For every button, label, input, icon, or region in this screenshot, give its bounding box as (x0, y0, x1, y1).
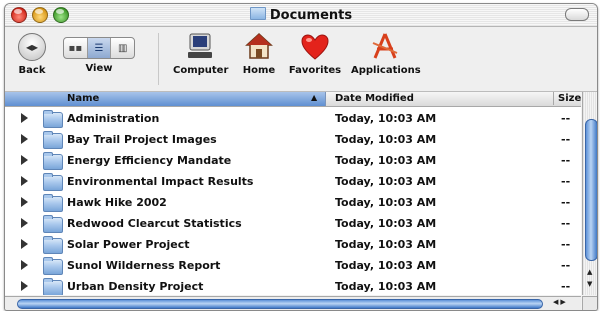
heart-icon (298, 31, 332, 61)
item-date: Today, 10:03 AM (335, 133, 437, 146)
item-size: -- (561, 196, 571, 209)
toolbar: ◂▸ Back ▪▪ ☰ ▥ View Computer Home Favori… (5, 27, 597, 92)
disclosure-triangle-icon[interactable] (21, 176, 28, 186)
item-name: Administration (67, 112, 160, 125)
computer-label: Computer (173, 65, 229, 76)
folder-icon (43, 215, 63, 233)
window-title: Documents (269, 8, 353, 23)
disclosure-triangle-icon[interactable] (21, 260, 28, 270)
item-name: Sunol Wilderness Report (67, 259, 221, 272)
list-item[interactable]: Sunol Wilderness Report Today, 10:03 AM … (5, 256, 581, 276)
item-name: Environmental Impact Results (67, 175, 254, 188)
toolbar-divider (158, 33, 159, 85)
item-date: Today, 10:03 AM (335, 280, 437, 293)
folder-icon (43, 194, 63, 212)
list-item[interactable]: Environmental Impact Results Today, 10:0… (5, 172, 581, 192)
folder-icon (43, 152, 63, 170)
icon-view-button[interactable]: ▪▪ (64, 38, 88, 58)
item-date: Today, 10:03 AM (335, 154, 437, 167)
list-item[interactable]: Administration Today, 10:03 AM -- (5, 109, 581, 129)
date-column-header[interactable]: Date Modified (335, 93, 414, 104)
back-button[interactable]: ◂▸ Back (17, 31, 47, 76)
item-name: Hawk Hike 2002 (67, 196, 167, 209)
name-column-label: Name (67, 93, 100, 104)
view-label: View (85, 63, 113, 74)
back-label: Back (18, 65, 46, 76)
disclosure-triangle-icon[interactable] (21, 239, 28, 249)
home-button[interactable]: Home (239, 31, 279, 76)
list-item[interactable]: Energy Efficiency Mandate Today, 10:03 A… (5, 151, 581, 171)
list-item[interactable]: Bay Trail Project Images Today, 10:03 AM… (5, 130, 581, 150)
item-size: -- (561, 112, 571, 125)
item-size: -- (561, 238, 571, 251)
item-size: -- (561, 280, 571, 293)
folder-icon (43, 236, 63, 254)
item-size: -- (561, 133, 571, 146)
scroll-up-arrow-icon[interactable]: ▲ (587, 268, 592, 276)
folder-icon (43, 278, 63, 295)
disclosure-triangle-icon[interactable] (21, 155, 28, 165)
item-date: Today, 10:03 AM (335, 217, 437, 230)
disclosure-triangle-icon[interactable] (21, 197, 28, 207)
toolbar-toggle-button[interactable] (565, 8, 589, 21)
item-size: -- (561, 259, 571, 272)
applications-label: Applications (351, 65, 421, 76)
title-bar[interactable]: Documents (5, 4, 597, 27)
home-label: Home (242, 65, 276, 76)
folder-icon (43, 173, 63, 191)
list-header: Name ▲ Date Modified Size (5, 92, 581, 107)
file-list: Administration Today, 10:03 AM -- Bay Tr… (5, 107, 581, 295)
scroll-left-right-arrows-icon[interactable]: ◀▶ (553, 298, 568, 306)
item-name: Solar Power Project (67, 238, 190, 251)
item-date: Today, 10:03 AM (335, 112, 437, 125)
item-name: Energy Efficiency Mandate (67, 154, 232, 167)
disclosure-triangle-icon[interactable] (21, 113, 28, 123)
item-date: Today, 10:03 AM (335, 238, 437, 251)
horizontal-scrollbar[interactable]: ◀▶ (5, 296, 581, 310)
folder-icon (43, 131, 63, 149)
applications-icon (368, 31, 402, 61)
disclosure-triangle-icon[interactable] (21, 134, 28, 144)
disclosure-triangle-icon[interactable] (21, 281, 28, 291)
item-date: Today, 10:03 AM (335, 175, 437, 188)
disclosure-triangle-icon[interactable] (21, 218, 28, 228)
item-size: -- (561, 154, 571, 167)
list-item[interactable]: Hawk Hike 2002 Today, 10:03 AM -- (5, 193, 581, 213)
size-column-header[interactable]: Size (553, 92, 581, 105)
computer-button[interactable]: Computer (173, 31, 229, 76)
sort-ascending-icon: ▲ (311, 93, 318, 102)
vertical-scrollbar[interactable]: ▲ ▼ (582, 92, 597, 295)
item-date: Today, 10:03 AM (335, 259, 437, 272)
item-size: -- (561, 175, 571, 188)
computer-icon (183, 31, 217, 61)
vertical-scroll-thumb[interactable] (585, 119, 597, 261)
folder-icon (43, 257, 63, 275)
list-item[interactable]: Urban Density Project Today, 10:03 AM -- (5, 277, 581, 295)
list-view-button[interactable]: ☰ (87, 38, 112, 58)
folder-icon (249, 7, 266, 20)
name-column-header[interactable]: Name ▲ (5, 92, 326, 106)
home-icon (242, 31, 276, 61)
favorites-label: Favorites (288, 65, 342, 76)
view-control: ▪▪ ☰ ▥ View (63, 31, 135, 74)
column-view-button[interactable]: ▥ (111, 38, 134, 58)
list-item[interactable]: Solar Power Project Today, 10:03 AM -- (5, 235, 581, 255)
favorites-button[interactable]: Favorites (287, 31, 343, 76)
folder-icon (43, 110, 63, 128)
view-segmented-control: ▪▪ ☰ ▥ (63, 37, 135, 59)
list-item[interactable]: Redwood Clearcut Statistics Today, 10:03… (5, 214, 581, 234)
horizontal-scroll-thumb[interactable] (17, 299, 543, 309)
applications-button[interactable]: Applications (351, 31, 421, 76)
resize-handle[interactable] (582, 296, 597, 310)
item-name: Bay Trail Project Images (67, 133, 217, 146)
item-name: Urban Density Project (67, 280, 204, 293)
item-name: Redwood Clearcut Statistics (67, 217, 242, 230)
finder-window: Documents ◂▸ Back ▪▪ ☰ ▥ View Computer H… (4, 3, 598, 311)
item-size: -- (561, 217, 571, 230)
scroll-down-arrow-icon[interactable]: ▼ (587, 280, 592, 288)
window-title-area: Documents (5, 7, 597, 23)
item-date: Today, 10:03 AM (335, 196, 437, 209)
back-arrow-icon: ◂▸ (18, 33, 46, 61)
